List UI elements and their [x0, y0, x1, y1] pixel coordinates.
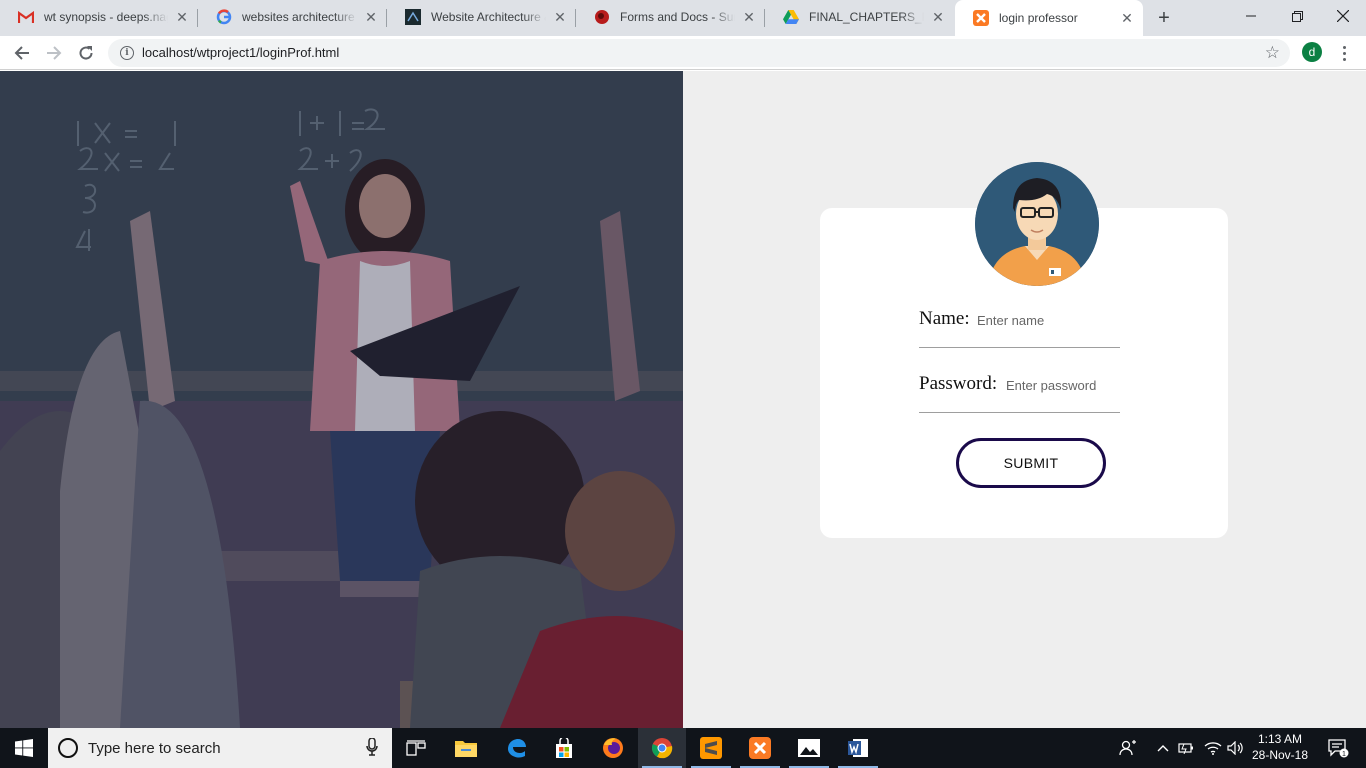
word-icon[interactable] — [834, 728, 882, 768]
windows-logo-icon — [15, 739, 33, 757]
close-icon[interactable]: ✕ — [1119, 10, 1135, 26]
tab-login-professor[interactable]: login professor ✕ — [955, 0, 1143, 36]
site-icon — [405, 9, 421, 25]
name-input[interactable] — [977, 310, 1117, 330]
clock-time: 1:13 AM — [1257, 732, 1303, 746]
xampp-taskbar-icon[interactable] — [736, 728, 784, 768]
arrow-right-icon — [47, 46, 62, 60]
google-icon — [216, 9, 232, 25]
password-field: Password: — [919, 373, 1120, 413]
tab-strip: wt synopsis - deeps.nag ✕ websites archi… — [0, 0, 1366, 36]
system-clock[interactable]: 1:13 AM 28-Nov-18 — [1248, 731, 1312, 763]
wifi-icon[interactable] — [1202, 728, 1224, 768]
forward-button[interactable] — [41, 40, 67, 66]
close-icon[interactable]: ✕ — [741, 9, 757, 25]
gmail-icon — [18, 9, 34, 25]
windows-taskbar: Type here to search 1:13 AM 28-Nov-18 1 — [0, 728, 1366, 768]
sublime-text-icon[interactable] — [687, 728, 735, 768]
xampp-icon — [973, 10, 989, 26]
close-icon[interactable]: ✕ — [363, 9, 379, 25]
tab-title: login professor — [999, 11, 1078, 25]
chrome-icon[interactable] — [638, 728, 686, 768]
windows-start-button[interactable] — [0, 728, 48, 768]
profile-avatar[interactable]: d — [1302, 42, 1322, 62]
edge-icon[interactable] — [492, 728, 540, 768]
tab-title: Forms and Docs - Suma — [620, 10, 735, 24]
password-label: Password: — [919, 373, 998, 394]
microphone-icon[interactable] — [366, 737, 378, 756]
tab-gmail[interactable]: wt synopsis - deeps.nag ✕ — [0, 0, 198, 34]
name-label: Name: — [919, 308, 970, 329]
file-explorer-icon[interactable] — [442, 728, 490, 768]
chevron-up-icon[interactable] — [1154, 728, 1172, 768]
close-icon[interactable]: ✕ — [552, 9, 568, 25]
notification-count: 1 — [1342, 751, 1346, 758]
tab-forms-docs[interactable]: Forms and Docs - Suma ✕ — [576, 0, 765, 34]
tab-final-chapters[interactable]: FINAL_CHAPTERS_PAGE ✕ — [765, 0, 954, 34]
chrome-menu-icon[interactable] — [1334, 41, 1354, 65]
close-icon[interactable]: ✕ — [930, 9, 946, 25]
password-input[interactable] — [1006, 375, 1118, 395]
photos-icon[interactable] — [785, 728, 833, 768]
url-text[interactable]: localhost/wtproject1/loginProf.html — [142, 45, 339, 60]
tab-website-architecture[interactable]: Website Architecture & ✕ — [387, 0, 576, 34]
clock-date: 28-Nov-18 — [1251, 748, 1309, 762]
bookmark-star-icon[interactable]: ☆ — [1265, 43, 1280, 63]
notification-center-icon[interactable]: 1 — [1318, 728, 1358, 768]
page-content: Name: Password: SUBMIT — [0, 71, 1366, 728]
info-icon[interactable]: i — [120, 46, 134, 60]
close-window-button[interactable] — [1320, 0, 1366, 32]
close-icon[interactable]: ✕ — [174, 9, 190, 25]
tab-title: websites architecture - G — [242, 10, 357, 24]
volume-icon[interactable] — [1224, 728, 1246, 768]
cortana-icon — [58, 738, 78, 758]
browser-toolbar: i localhost/wtproject1/loginProf.html ☆ … — [0, 36, 1366, 70]
tab-google[interactable]: websites architecture - G ✕ — [198, 0, 387, 34]
classroom-hero-image — [0, 71, 683, 728]
battery-icon[interactable] — [1176, 728, 1198, 768]
tab-title: Website Architecture & — [431, 10, 546, 24]
shield-icon — [594, 9, 610, 25]
tab-title: FINAL_CHAPTERS_PAGE — [809, 10, 924, 24]
store-icon[interactable] — [540, 728, 588, 768]
search-placeholder: Type here to search — [88, 740, 221, 757]
back-button[interactable] — [9, 40, 35, 66]
name-field: Name: — [919, 308, 1120, 348]
firefox-icon[interactable] — [589, 728, 637, 768]
reload-icon — [79, 46, 93, 60]
taskbar-search-box[interactable]: Type here to search — [48, 728, 392, 768]
reload-button[interactable] — [73, 40, 99, 66]
professor-avatar-icon — [975, 162, 1099, 286]
new-tab-button[interactable]: + — [1152, 6, 1176, 30]
address-bar[interactable]: i localhost/wtproject1/loginProf.html ☆ — [108, 39, 1290, 67]
tab-title: wt synopsis - deeps.nag — [44, 10, 168, 24]
submit-button[interactable]: SUBMIT — [956, 438, 1106, 488]
people-icon[interactable] — [1116, 728, 1140, 768]
restore-button[interactable] — [1274, 0, 1320, 32]
drive-icon — [783, 9, 799, 25]
arrow-left-icon — [14, 46, 29, 60]
minimize-button[interactable] — [1228, 0, 1274, 32]
task-view-icon[interactable] — [392, 728, 440, 768]
